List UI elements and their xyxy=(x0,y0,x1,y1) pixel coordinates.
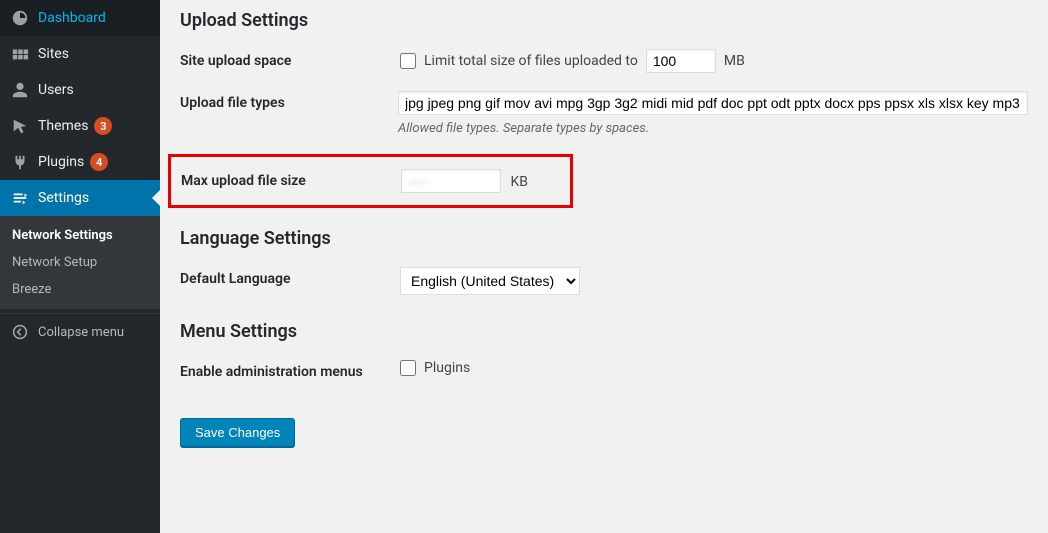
max-upload-input[interactable] xyxy=(401,169,501,193)
main-content: Upload Settings Site upload space Limit … xyxy=(160,0,1048,533)
save-changes-button[interactable]: Save Changes xyxy=(180,418,295,447)
settings-icon xyxy=(10,188,30,208)
sidebar-item-themes[interactable]: Themes 3 xyxy=(0,108,160,144)
collapse-icon xyxy=(10,322,30,342)
submenu-label: Breeze xyxy=(12,282,51,297)
limit-upload-unit: MB xyxy=(724,53,745,69)
limit-upload-checkbox[interactable] xyxy=(400,53,416,69)
max-upload-label: Max upload file size xyxy=(181,169,401,189)
upload-file-types-row: Upload file types Allowed file types. Se… xyxy=(180,91,1028,136)
collapse-menu[interactable]: Collapse menu xyxy=(0,313,160,350)
enable-admin-menus-label: Enable administration menus xyxy=(180,360,400,380)
site-upload-space-row: Site upload space Limit total size of fi… xyxy=(180,49,1028,73)
limit-upload-label: Limit total size of files uploaded to xyxy=(424,53,638,69)
upload-settings-heading: Upload Settings xyxy=(180,10,1028,31)
upload-file-types-label: Upload file types xyxy=(180,91,398,111)
default-language-label: Default Language xyxy=(180,267,400,287)
default-language-select[interactable]: English (United States) xyxy=(400,267,580,295)
max-upload-unit: KB xyxy=(510,174,528,190)
language-settings-heading: Language Settings xyxy=(180,228,1028,249)
plugins-badge: 4 xyxy=(90,153,108,171)
sidebar-submenu: Network Settings Network Setup Breeze xyxy=(0,216,160,309)
submenu-network-setup[interactable]: Network Setup xyxy=(0,249,160,276)
upload-file-types-helper: Allowed file types. Separate types by sp… xyxy=(398,121,1028,136)
submenu-network-settings[interactable]: Network Settings xyxy=(0,222,160,249)
upload-file-types-input[interactable] xyxy=(398,91,1028,115)
submenu-breeze[interactable]: Breeze xyxy=(0,276,160,303)
max-upload-highlight: Max upload file size KB xyxy=(168,154,573,208)
dashboard-icon xyxy=(10,8,30,28)
users-icon xyxy=(10,80,30,100)
themes-icon xyxy=(10,116,30,136)
sidebar-item-label: Settings xyxy=(38,190,89,206)
sidebar-item-label: Users xyxy=(38,82,74,98)
plugins-icon xyxy=(10,152,30,172)
admin-sidebar: Dashboard Sites Users Themes 3 Plugins 4… xyxy=(0,0,160,533)
sidebar-item-sites[interactable]: Sites xyxy=(0,36,160,72)
default-language-row: Default Language English (United States) xyxy=(180,267,1028,295)
sidebar-item-plugins[interactable]: Plugins 4 xyxy=(0,144,160,180)
sidebar-item-settings[interactable]: Settings xyxy=(0,180,160,216)
enable-plugins-checkbox[interactable] xyxy=(400,360,416,376)
enable-plugins-label: Plugins xyxy=(424,360,470,376)
sidebar-item-label: Plugins xyxy=(38,154,84,170)
sites-icon xyxy=(10,44,30,64)
sidebar-item-label: Dashboard xyxy=(38,10,106,26)
site-upload-space-label: Site upload space xyxy=(180,49,400,69)
submenu-label: Network Settings xyxy=(12,228,113,243)
sidebar-item-users[interactable]: Users xyxy=(0,72,160,108)
themes-badge: 3 xyxy=(94,117,112,135)
sidebar-item-dashboard[interactable]: Dashboard xyxy=(0,0,160,36)
sidebar-item-label: Themes xyxy=(38,118,88,134)
collapse-label: Collapse menu xyxy=(38,325,124,340)
limit-upload-value-input[interactable] xyxy=(646,49,716,73)
submenu-label: Network Setup xyxy=(12,255,97,270)
menu-settings-heading: Menu Settings xyxy=(180,321,1028,342)
max-upload-row: Max upload file size KB xyxy=(181,169,560,193)
sidebar-item-label: Sites xyxy=(38,46,69,62)
enable-admin-menus-row: Enable administration menus Plugins xyxy=(180,360,1028,380)
